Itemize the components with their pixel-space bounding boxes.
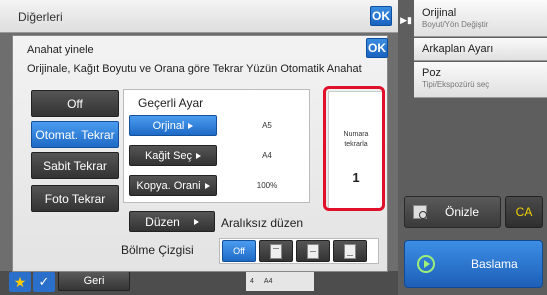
layout-value: Aralıksız düzen: [221, 216, 304, 230]
mode-fixed-repeat-button[interactable]: Sabit Tekrar: [31, 152, 119, 179]
mode-auto-repeat-button[interactable]: Otomat. Tekrar: [31, 121, 119, 148]
arrow-right-icon: [188, 122, 194, 129]
copy-ratio-label: Kopya. Orani: [136, 179, 201, 192]
sidebar-item-label: Poz: [422, 67, 441, 79]
current-settings-panel: Geçerli Ayar Orjinal A5 Kağit Seç A4 Kop…: [123, 89, 310, 203]
paper-select-label: Kağit Seç: [144, 149, 193, 162]
sidebar-item-orijinal[interactable]: Orijinal Boyut/Yön Değiştir: [414, 0, 547, 37]
original-size-label: Orjinal: [152, 119, 185, 132]
tray-paper-size: A4: [263, 278, 273, 285]
sidebar-item-label: Arkaplan Ayarı: [422, 43, 494, 55]
copy-ratio-button[interactable]: Kopya. Orani: [129, 175, 217, 196]
sidebar-item-poz[interactable]: Poz Tipi/Ekspozürü seç: [414, 62, 547, 98]
original-size-value: A5: [262, 121, 272, 130]
original-size-button[interactable]: Orjinal: [129, 115, 217, 136]
divider-top-button[interactable]: [259, 240, 293, 262]
page-top-line-icon: [270, 243, 282, 259]
current-settings-heading: Geçerli Ayar: [138, 96, 204, 110]
mode-photo-repeat-button[interactable]: Foto Tekrar: [31, 185, 119, 212]
dialog-title: Anahat yinele: [27, 44, 94, 56]
sidebar-item-arkaplan[interactable]: Arkaplan Ayarı: [414, 38, 547, 61]
favorite-star-icon[interactable]: ★: [9, 272, 31, 292]
paper-size-value: A4: [262, 151, 272, 160]
dialog-description: Orijinale, Kağıt Boyutu ve Orana göre Te…: [27, 63, 362, 75]
paper-select-button[interactable]: Kağit Seç: [129, 145, 217, 166]
divider-line-options: Off: [219, 238, 379, 264]
arrow-right-icon: [193, 218, 199, 225]
tray-number: 4: [250, 278, 254, 285]
background-title: Diğerleri: [18, 10, 63, 24]
page-middle-line-icon: [307, 243, 319, 259]
tray-status: 4 A4: [246, 272, 314, 291]
divider-off-button[interactable]: Off: [222, 240, 256, 262]
start-button[interactable]: Baslama: [404, 240, 543, 288]
highlight-frame: [323, 86, 385, 211]
preview-icon: [413, 205, 427, 219]
start-label: Baslama: [471, 257, 518, 271]
layout-label: Düzen: [145, 214, 180, 229]
preview-label: Önizle: [445, 205, 480, 219]
divider-bottom-button[interactable]: [333, 240, 367, 262]
layout-button[interactable]: Düzen: [129, 211, 215, 232]
back-button[interactable]: Geri: [58, 271, 130, 291]
dialog-ok-button[interactable]: OK: [366, 38, 388, 58]
sidebar-item-label: Orijinal: [422, 7, 457, 19]
arrow-right-icon: [204, 182, 210, 189]
start-icon: [417, 255, 435, 273]
divider-middle-button[interactable]: [296, 240, 330, 262]
arrow-right-icon: [196, 152, 202, 159]
sidebar-item-sublabel: Boyut/Yön Değiştir: [422, 20, 489, 29]
check-icon[interactable]: ✓: [33, 272, 55, 292]
sidebar-item-sublabel: Tipi/Ekspozürü seç: [422, 80, 490, 89]
copy-ratio-value: 100%: [256, 181, 278, 190]
mode-off-button[interactable]: Off: [31, 90, 119, 117]
background-header: Diğerleri OK: [0, 0, 398, 33]
preview-button[interactable]: Önizle: [404, 196, 501, 228]
clear-all-button[interactable]: CA: [505, 196, 543, 228]
panel-toggle-icon[interactable]: ▶▮: [398, 10, 414, 30]
page-bottom-line-icon: [344, 243, 356, 259]
divider-line-label: Bölme Çizgisi: [121, 243, 194, 257]
header-ok-button[interactable]: OK: [370, 6, 392, 26]
